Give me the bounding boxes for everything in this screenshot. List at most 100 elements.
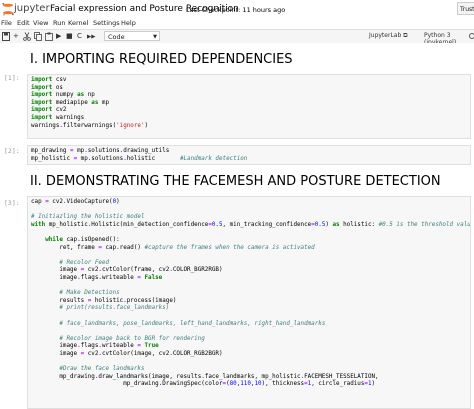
code-token: ) xyxy=(116,199,120,205)
code-token: process(image) xyxy=(126,297,177,304)
code-token: image xyxy=(31,350,81,357)
code-token: ret, frame xyxy=(31,244,99,251)
cell-type-select[interactable]: Code ▼ xyxy=(104,31,160,41)
code-token: import xyxy=(31,114,53,121)
copy-icon[interactable] xyxy=(34,32,42,41)
code-token: cv2 xyxy=(84,350,99,357)
code-line: import cv2 xyxy=(31,107,467,115)
menu-kernel[interactable]: Kernel xyxy=(68,19,88,27)
code-token: , circle_radius xyxy=(311,381,365,388)
code-line: import os xyxy=(31,85,467,93)
code-token: import xyxy=(31,77,53,83)
heading-facemesh[interactable]: II. DEMONSTRATING THE FACEMESH AND POSTU… xyxy=(30,174,441,189)
code-token: np xyxy=(84,92,95,99)
code-token: #Draw the face landmarks xyxy=(59,366,145,373)
code-token: cv2 xyxy=(48,199,63,205)
menu-file[interactable]: File xyxy=(1,19,12,27)
code-token: False xyxy=(144,274,163,281)
code-line: # face_landmarks, pose_landmarks, left_h… xyxy=(31,321,467,329)
code-token: cap xyxy=(62,236,78,243)
code-token: # face_landmarks, pose_landmarks, left_h… xyxy=(59,320,326,327)
code-token: #capture the frames when the camera is a… xyxy=(144,244,315,251)
cell-type-value: Code xyxy=(108,33,125,41)
code-token: 0.5 xyxy=(211,221,223,228)
code-line: warnings.filterwarnings('ignore') xyxy=(31,123,467,131)
kernel-status-icon xyxy=(469,33,474,39)
jupyter-logo-icon[interactable] xyxy=(1,2,15,16)
menu-help[interactable]: Help xyxy=(121,19,136,27)
code-token: COLOR_BGR2RGB) xyxy=(172,267,223,274)
code-token: Holistic(min_detection_confidence xyxy=(91,221,209,228)
code-token: # print(results.face_landmarks) xyxy=(59,305,170,312)
code-token: results xyxy=(31,297,88,304)
code-cell-holistic-loop[interactable]: cap = cv2.VideoCapture(0) # Initiazling t… xyxy=(27,196,471,409)
checkpoint-status: Last Checkpoint: 11 hours ago xyxy=(186,6,286,14)
code-token: ) xyxy=(371,381,376,388)
menu-settings[interactable]: Settings xyxy=(93,19,120,27)
cell-prompt: [3]: xyxy=(4,199,20,207)
jupyterlab-link[interactable]: JupyterLab ⧉ xyxy=(369,32,408,40)
code-cell-imports[interactable]: import csv import os import numpy as np imp… xyxy=(27,74,471,139)
code-token: solutions xyxy=(91,155,124,162)
trusted-button[interactable]: Trust xyxy=(457,2,474,15)
code-line: # Initiazling the holistic model xyxy=(31,214,467,222)
menu-edit[interactable]: Edit xyxy=(17,19,30,27)
code-line: import mediapipe as mp xyxy=(31,100,467,108)
cut-icon[interactable] xyxy=(23,32,31,41)
jupyterlab-link-label: JupyterLab xyxy=(369,32,402,39)
code-token: VideoCapture( xyxy=(66,199,113,205)
cell-prompt: [2]: xyxy=(4,147,20,155)
code-token: image xyxy=(31,274,78,281)
code-token: #Landmark detection xyxy=(179,155,248,162)
menu-bar: File Edit View Run Kernel Settings Help xyxy=(0,18,474,29)
code-token: os xyxy=(52,84,63,91)
code-token: cvtColor(frame, cv2 xyxy=(101,267,170,274)
menu-run[interactable]: Run xyxy=(53,19,65,27)
code-token: flags xyxy=(80,274,99,281)
menu-view[interactable]: View xyxy=(33,19,48,27)
restart-icon[interactable]: C xyxy=(77,32,82,41)
run-icon[interactable]: ▶ xyxy=(56,32,61,41)
code-token: as xyxy=(332,221,340,228)
stop-icon[interactable]: ■ xyxy=(66,32,73,41)
code-token: mp_drawing xyxy=(31,381,159,388)
jupyter-brand[interactable]: jupyter xyxy=(14,3,50,14)
code-line: image = cv2.cvtColor(image, cv2.COLOR_RG… xyxy=(31,351,467,359)
code-token: csv xyxy=(52,77,67,83)
code-cell-mediapipe-setup[interactable]: mp_drawing = mp.solutions.drawing_utils m… xyxy=(27,145,471,165)
code-token: cvtColor(image, cv2 xyxy=(101,350,170,357)
code-line: cap = cv2.VideoCapture(0) xyxy=(31,199,467,207)
code-line: #Draw the face landmarks xyxy=(31,366,467,374)
code-token: image xyxy=(31,267,81,274)
chevron-down-icon: ▼ xyxy=(153,34,157,40)
code-token: import xyxy=(31,99,53,106)
code-token: mp xyxy=(77,155,88,162)
code-line: # Recolor image back to BGR for renderin… xyxy=(31,336,467,344)
code-token: # Recolor image back to BGR for renderin… xyxy=(59,335,205,342)
code-token: holistic xyxy=(91,297,124,304)
code-line: image.flags.writeable = True xyxy=(31,343,467,351)
restart-run-all-icon[interactable]: ▶▶ xyxy=(87,33,95,42)
code-token: mediapipe xyxy=(52,99,92,106)
code-line: mp_drawing.DrawingSpec(color=(80,110,10)… xyxy=(31,381,467,389)
code-token: mp_holistic xyxy=(31,155,74,162)
notebook-area: I. IMPORTING REQUIRED DEPENDENCIES [1]: … xyxy=(0,43,474,409)
heading-dependencies[interactable]: I. IMPORTING REQUIRED DEPENDENCIES xyxy=(30,52,293,67)
code-token: COLOR_RGB2BGR) xyxy=(172,350,223,357)
paste-icon[interactable] xyxy=(45,32,53,41)
save-icon[interactable] xyxy=(2,32,10,41)
code-line: with mp_holistic.Holistic(min_detection_… xyxy=(31,221,470,230)
code-token: cap xyxy=(31,199,46,205)
code-token: writeable xyxy=(101,274,138,281)
add-cell-icon[interactable]: + xyxy=(13,32,19,41)
code-token: ) xyxy=(144,122,149,129)
code-line: import warnings xyxy=(31,115,467,123)
